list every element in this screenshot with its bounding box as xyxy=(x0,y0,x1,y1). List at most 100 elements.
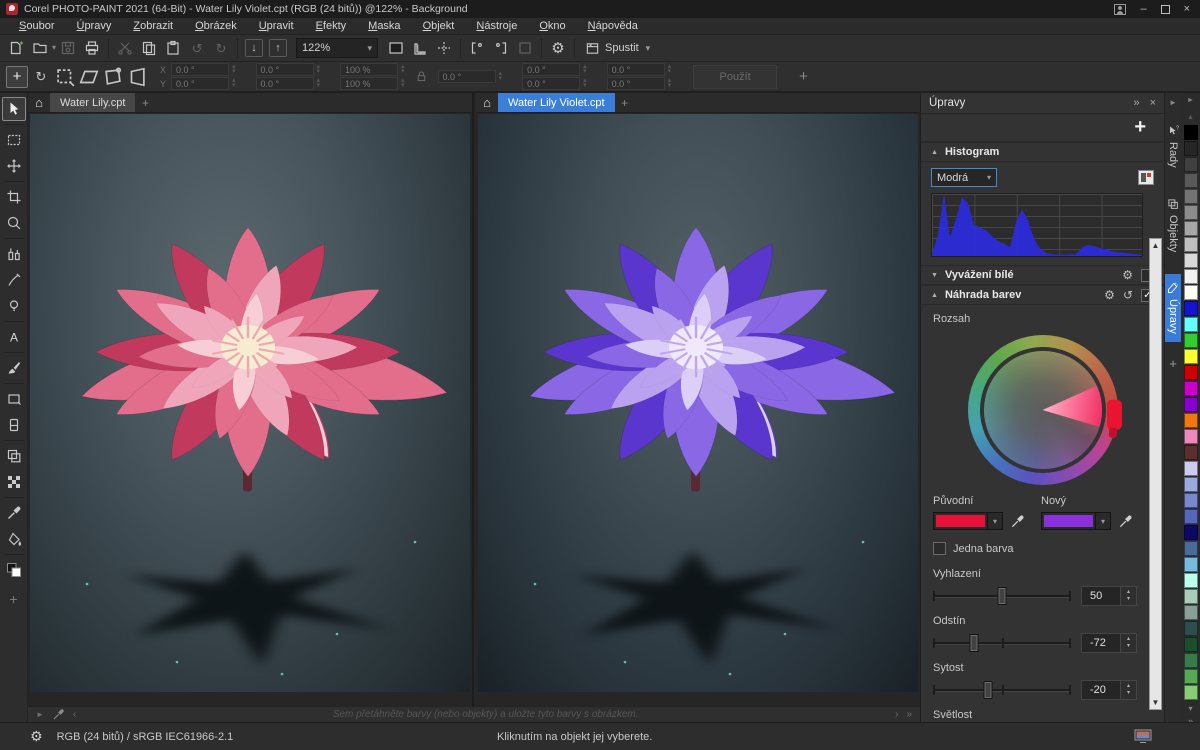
scroll-right-icon[interactable]: › xyxy=(895,709,898,720)
rectangle-mask-tool[interactable] xyxy=(2,128,26,152)
persp-v1-field[interactable]: 0.0 ° xyxy=(607,63,665,76)
menu-item-9[interactable]: Okno xyxy=(528,19,576,33)
palette-swatch[interactable] xyxy=(1184,413,1198,428)
menu-item-3[interactable]: Obrázek xyxy=(184,19,248,33)
docker-tab-adjustments[interactable]: Úpravy xyxy=(1165,274,1181,342)
smoothing-slider[interactable] xyxy=(933,587,1071,605)
color-wheel-marker[interactable] xyxy=(1107,400,1122,430)
menu-item-6[interactable]: Maska xyxy=(357,19,411,33)
add-docker-button[interactable]: + xyxy=(1165,356,1181,371)
zoom-tool[interactable] xyxy=(2,211,26,235)
palette-swatch[interactable] xyxy=(1184,301,1198,316)
palette-swatch[interactable] xyxy=(1184,653,1198,668)
docker-tab-objects[interactable]: Objekty xyxy=(1165,190,1181,260)
home-icon[interactable]: ⌂ xyxy=(476,93,498,112)
palette-swatch[interactable] xyxy=(1184,637,1198,652)
new-tab-button[interactable]: + xyxy=(615,93,635,112)
palette-swatch[interactable] xyxy=(1184,573,1198,588)
scroll-up-arrow[interactable]: ▲ xyxy=(1152,239,1160,252)
clip-mask-button[interactable] xyxy=(513,37,537,59)
cut-button[interactable] xyxy=(113,37,137,59)
reset-icon[interactable]: ↺ xyxy=(1123,288,1133,302)
dropdown-arrow-icon[interactable]: ▾ xyxy=(1095,513,1110,529)
open-button[interactable] xyxy=(28,37,52,59)
effect-tool[interactable] xyxy=(2,268,26,292)
palette-swatch[interactable] xyxy=(1184,237,1198,252)
persp-h2-field[interactable]: 0.0 ° xyxy=(522,77,580,90)
new-document-button[interactable] xyxy=(4,37,28,59)
customize-propbar-button[interactable]: + xyxy=(799,68,808,85)
tile-pattern-tool[interactable] xyxy=(2,470,26,494)
palette-swatch[interactable] xyxy=(1184,205,1198,220)
perspective-tool-icon[interactable] xyxy=(126,66,148,88)
clone-tool[interactable] xyxy=(2,242,26,266)
menu-item-7[interactable]: Objekt xyxy=(412,19,466,33)
x-position-field[interactable]: 0.0 ° xyxy=(171,63,229,76)
menu-item-1[interactable]: Úpravy xyxy=(65,19,122,33)
paint-tool[interactable] xyxy=(2,356,26,380)
customize-toolbox-button[interactable]: + xyxy=(9,591,17,607)
spinner[interactable]: ▴▾ xyxy=(1121,633,1137,653)
crop-tool[interactable] xyxy=(2,185,26,209)
scroll-left-icon[interactable]: ‹ xyxy=(73,709,76,720)
palette-swatch[interactable] xyxy=(1184,253,1198,268)
menu-item-2[interactable]: Zobrazit xyxy=(122,19,184,33)
position-tool-icon[interactable]: + xyxy=(6,66,28,88)
account-icon[interactable] xyxy=(1114,4,1126,15)
monitor-proof-icon[interactable] xyxy=(1134,729,1152,744)
rotate-tool-icon[interactable]: ↻ xyxy=(30,66,52,88)
palette-swatch[interactable] xyxy=(1184,189,1198,204)
scale-v-field[interactable]: 100 % xyxy=(340,77,398,90)
dock-flyout-icon[interactable]: ► xyxy=(1165,93,1181,117)
palette-flyout-icon[interactable]: ► xyxy=(36,710,44,719)
histogram-channel-select[interactable]: Modrá ▾ xyxy=(931,168,997,187)
new-tab-button[interactable]: + xyxy=(135,93,155,112)
original-color-picker[interactable]: ▾ xyxy=(933,512,1003,530)
pick-tool[interactable] xyxy=(2,97,26,121)
palette-swatch[interactable] xyxy=(1184,589,1198,604)
zoom-level-select[interactable]: 122% ▾ xyxy=(296,38,378,58)
palette-swatch[interactable] xyxy=(1184,397,1198,412)
palette-swatch[interactable] xyxy=(1184,525,1198,540)
palette-swatch[interactable] xyxy=(1184,141,1198,156)
collapse-icon[interactable]: ▲ xyxy=(931,292,938,299)
palette-swatch[interactable] xyxy=(1184,669,1198,684)
object-transparency-tool[interactable] xyxy=(2,444,26,468)
restore-button[interactable] xyxy=(1161,5,1170,14)
docker-close-icon[interactable]: × xyxy=(1150,97,1156,109)
color-replace-section-header[interactable]: ▲ Náhrada barev ⚙ ↺ ✓ xyxy=(921,285,1164,305)
home-icon[interactable]: ⌂ xyxy=(28,93,50,112)
rotation-angle-field[interactable]: 0.0 ° xyxy=(438,70,496,83)
docker-scrollbar[interactable]: ▲ ▼ xyxy=(1149,238,1162,710)
palette-swatch[interactable] xyxy=(1184,605,1198,620)
menu-item-5[interactable]: Efekty xyxy=(305,19,358,33)
fullscreen-preview-button[interactable] xyxy=(384,37,408,59)
eyedropper-icon[interactable] xyxy=(1010,514,1025,529)
palette-swatch[interactable] xyxy=(1184,285,1198,300)
slider-handle[interactable] xyxy=(970,634,979,652)
white-balance-section-header[interactable]: ▼ Vyvážení bílé ⚙ xyxy=(921,265,1164,285)
menu-item-4[interactable]: Upravit xyxy=(248,19,305,33)
palette-swatch[interactable] xyxy=(1184,445,1198,460)
palette-scroll-down-icon[interactable]: ▾ xyxy=(1188,701,1192,713)
palette-flyout-icon[interactable]: ► xyxy=(1187,93,1194,112)
dropdown-arrow-icon[interactable]: ▾ xyxy=(987,513,1002,529)
undo-button[interactable]: ↺ xyxy=(185,37,209,59)
palette-swatch[interactable] xyxy=(1184,173,1198,188)
single-color-checkbox[interactable] xyxy=(933,542,946,555)
create-mask-button[interactable] xyxy=(465,37,489,59)
skew-tool-icon[interactable] xyxy=(78,66,100,88)
docker-collapse-icon[interactable]: » xyxy=(1133,97,1139,109)
scroll-down-arrow[interactable]: ▼ xyxy=(1152,696,1160,709)
hue-value[interactable]: -72 xyxy=(1081,633,1121,653)
scale-h-field[interactable]: 100 % xyxy=(340,63,398,76)
palette-swatch[interactable] xyxy=(1184,349,1198,364)
palette-swatch[interactable] xyxy=(1184,157,1198,172)
canvas-water-lily-pink[interactable] xyxy=(30,114,470,692)
slider-handle[interactable] xyxy=(998,587,1007,605)
distort-tool-icon[interactable] xyxy=(102,66,124,88)
hue-slider[interactable] xyxy=(933,634,1071,652)
fill-tool[interactable] xyxy=(2,527,26,551)
options-button[interactable]: ⚙ xyxy=(546,37,570,59)
mask-transform-tool[interactable] xyxy=(2,154,26,178)
